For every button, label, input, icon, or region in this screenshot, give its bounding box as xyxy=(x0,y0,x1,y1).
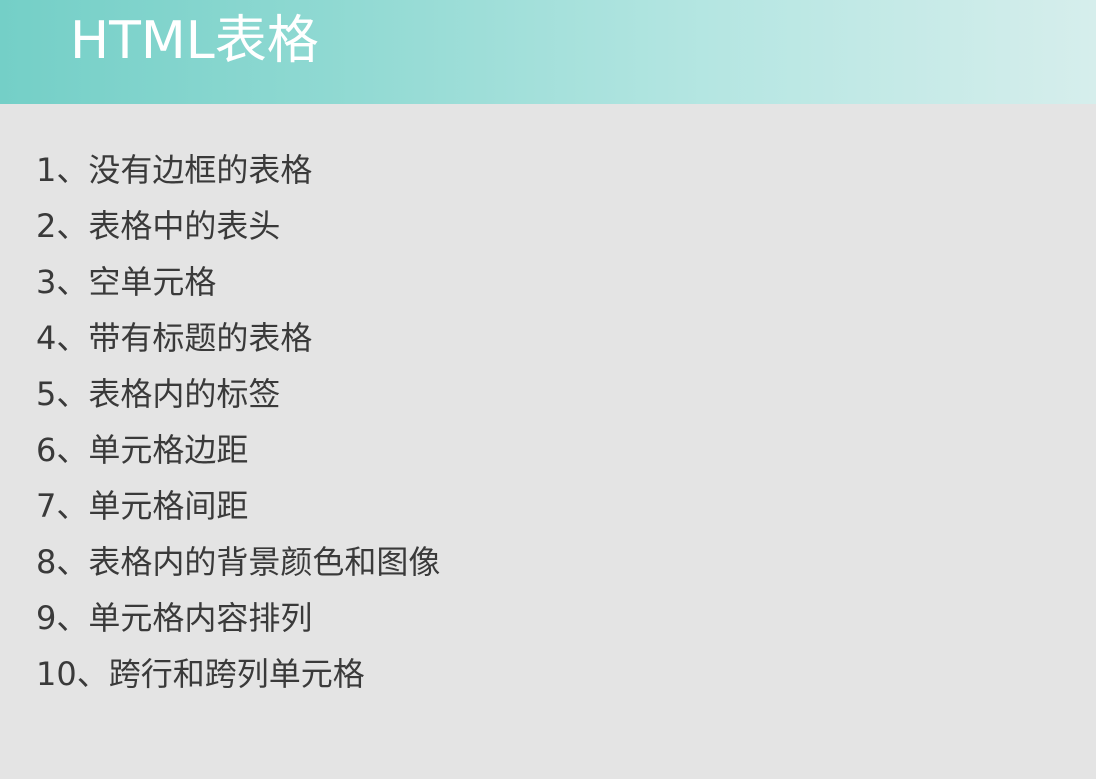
list-item: 9、单元格内容排列 xyxy=(36,599,313,637)
list-item: 8、表格内的背景颜色和图像 xyxy=(36,543,441,581)
title-banner: HTML表格 xyxy=(0,0,1096,104)
list-item: 5、表格内的标签 xyxy=(36,375,281,413)
list-item: 1、没有边框的表格 xyxy=(36,151,313,189)
topic-list: 1、没有边框的表格 2、表格中的表头 3、空单元格 4、带有标题的表格 5、表格… xyxy=(36,142,440,702)
list-item: 6、单元格边距 xyxy=(36,431,249,469)
slide: HTML表格 1、没有边框的表格 2、表格中的表头 3、空单元格 4、带有标题的… xyxy=(0,0,1096,779)
list-item: 4、带有标题的表格 xyxy=(36,319,313,357)
slide-title: HTML表格 xyxy=(70,11,319,71)
list-item: 2、表格中的表头 xyxy=(36,207,281,245)
list-item: 3、空单元格 xyxy=(36,263,217,301)
list-item: 10、跨行和跨列单元格 xyxy=(36,655,365,693)
list-item: 7、单元格间距 xyxy=(36,487,249,525)
